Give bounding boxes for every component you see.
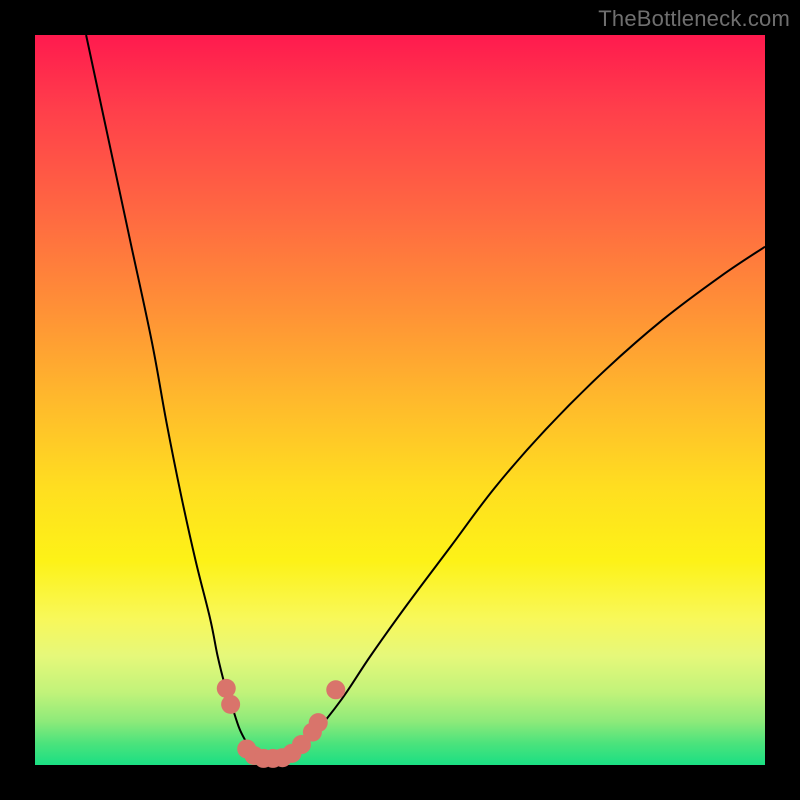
marker-group [217, 679, 346, 768]
chart-overlay [35, 35, 765, 765]
curve-right [291, 247, 766, 758]
curve-left [86, 35, 254, 758]
marker-dot [309, 713, 328, 732]
marker-dot [326, 680, 345, 699]
marker-dot [221, 695, 240, 714]
watermark-text: TheBottleneck.com [598, 6, 790, 32]
chart-frame: TheBottleneck.com [0, 0, 800, 800]
marker-dot [217, 679, 236, 698]
